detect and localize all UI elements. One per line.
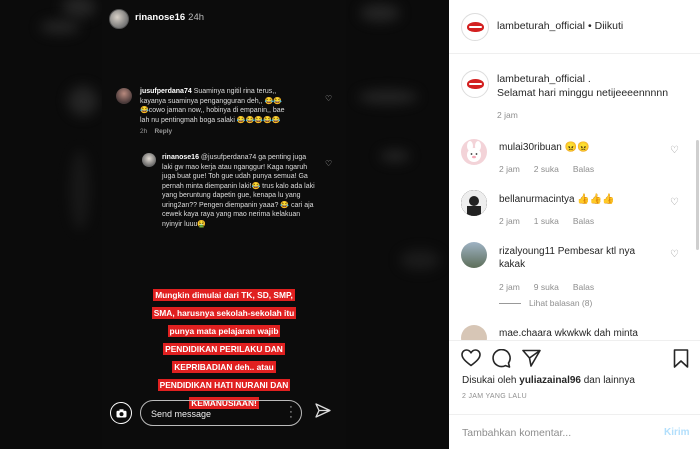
comment-likes[interactable]: 9 suka bbox=[534, 282, 559, 292]
lips-logo-icon bbox=[467, 22, 484, 32]
direct-send-icon[interactable] bbox=[315, 403, 331, 424]
comment-time[interactable]: 2 jam bbox=[499, 216, 520, 226]
like-heart-icon[interactable] bbox=[461, 349, 481, 372]
story-header: rinanose16 24h bbox=[102, 0, 346, 40]
comment-username[interactable]: bellanurmacintya bbox=[499, 194, 575, 205]
follow-status-button[interactable]: Diikuti bbox=[595, 20, 624, 32]
liked-by-prefix: Disukai oleh bbox=[462, 375, 517, 386]
comment-username[interactable]: mae.chaara bbox=[499, 328, 552, 339]
story-overlay-text-content: Mungkin dimulai dari TK, SD, SMP, SMA, h… bbox=[151, 289, 297, 409]
comment-username[interactable]: mulai30ribuan bbox=[499, 142, 562, 153]
add-comment-input[interactable]: Tambahkan komentar... bbox=[462, 427, 571, 439]
story-comment-user: jusufperdana74 bbox=[140, 88, 192, 95]
story-username: rinanose16 24h bbox=[135, 12, 204, 23]
post-timestamp[interactable]: 2 JAM YANG LALU bbox=[462, 393, 527, 400]
comment-body: rizalyoung11 Pembesar ktl nya kakak bbox=[499, 245, 659, 271]
comment-meta: 2 jam 2 suka Balas bbox=[499, 164, 608, 174]
more-options-icon[interactable]: · · · bbox=[289, 402, 293, 423]
heart-icon: ♡ bbox=[325, 159, 333, 168]
comment-avatar[interactable] bbox=[461, 242, 487, 268]
comment-like-heart-icon[interactable]: ♡ bbox=[670, 197, 679, 208]
separator-dot: • bbox=[587, 20, 592, 32]
camera-icon[interactable] bbox=[110, 402, 132, 424]
story-reply-user: rinanose16 bbox=[162, 154, 199, 161]
story-screenshot: rinanose16 24h jusufperdana74 Suaminya ng… bbox=[102, 0, 346, 449]
heart-icon: ♡ bbox=[325, 94, 333, 103]
liked-by-others[interactable]: dan lainnya bbox=[584, 375, 635, 386]
blurred-background-shape bbox=[40, 20, 80, 34]
blurred-background-shape bbox=[70, 150, 90, 230]
comment-reply-button[interactable]: Balas bbox=[573, 282, 594, 292]
comment-likes[interactable]: 1 suka bbox=[534, 216, 559, 226]
story-reply-text: @jusufperdana74 ga penting juga laki gw … bbox=[162, 154, 315, 228]
caption-text: Selamat hari minggu netijeeeennnnn bbox=[497, 87, 669, 99]
comment-time[interactable]: 2 jam bbox=[499, 164, 520, 174]
blurred-background-shape bbox=[400, 250, 440, 270]
add-comment-bar: Tambahkan komentar... Kirim bbox=[449, 414, 700, 449]
story-comment-meta: 2h Reply bbox=[140, 128, 172, 135]
post-comment-button[interactable]: Kirim bbox=[664, 427, 690, 438]
blurred-background-shape bbox=[360, 4, 400, 22]
comment-icon[interactable] bbox=[491, 348, 511, 373]
post-media: rinanose16 24h jusufperdana74 Suaminya ng… bbox=[0, 0, 449, 449]
liked-by: Disukai oleh yuliazainal96 dan lainnya bbox=[462, 375, 635, 386]
story-time: 24h bbox=[188, 12, 205, 23]
caption-time: 2 jam bbox=[497, 110, 518, 120]
comments-scrollbar[interactable] bbox=[696, 140, 699, 250]
comment-avatar bbox=[116, 88, 132, 104]
send-message-input[interactable]: Send message · · · bbox=[140, 400, 302, 426]
story-reply: rinanose16 @jusufperdana74 ga penting ju… bbox=[162, 153, 318, 229]
comment-like-heart-icon[interactable]: ♡ bbox=[670, 249, 679, 260]
lips-logo-icon bbox=[467, 79, 484, 89]
blurred-background-shape bbox=[380, 150, 410, 162]
comment-body: bellanurmacintya 👍👍👍 bbox=[499, 193, 659, 206]
view-replies-button[interactable]: Lihat balasan (8) bbox=[499, 298, 592, 308]
post-header: lambeturah_official • Diikuti bbox=[449, 0, 700, 54]
instagram-post-window: rinanose16 24h jusufperdana74 Suaminya ng… bbox=[0, 0, 700, 449]
comment-text: wkwkwk dah minta bbox=[554, 328, 638, 339]
comment-avatar[interactable] bbox=[461, 139, 487, 165]
comment-meta: 2 jam 9 suka Balas bbox=[499, 282, 608, 292]
blurred-background-shape bbox=[68, 86, 98, 116]
share-icon[interactable] bbox=[522, 349, 541, 372]
comment-reply-button[interactable]: Balas bbox=[573, 164, 594, 174]
comment-reply-button[interactable]: Balas bbox=[573, 216, 594, 226]
comment-body: mae.chaara wkwkwk dah minta bbox=[499, 327, 659, 340]
caption-avatar[interactable] bbox=[461, 70, 489, 98]
comment-like-heart-icon[interactable]: ♡ bbox=[670, 145, 679, 156]
bookmark-icon[interactable] bbox=[673, 349, 689, 373]
story-comment-time: 2h bbox=[140, 128, 148, 135]
comment-avatar[interactable] bbox=[461, 190, 487, 216]
story-avatar bbox=[109, 9, 129, 29]
story-username-text: rinanose16 bbox=[135, 12, 186, 23]
blurred-background-shape bbox=[62, 0, 96, 18]
caption-username[interactable]: lambeturah_official . bbox=[497, 73, 591, 85]
send-message-placeholder: Send message bbox=[151, 409, 212, 419]
account-avatar[interactable] bbox=[461, 13, 489, 41]
comment-time[interactable]: 2 jam bbox=[499, 282, 520, 292]
story-overlay-text: Mungkin dimulai dari TK, SD, SMP, SMA, h… bbox=[149, 285, 299, 411]
post-header-info: lambeturah_official • Diikuti bbox=[497, 20, 623, 32]
comment-likes[interactable]: 2 suka bbox=[534, 164, 559, 174]
story-comment: jusufperdana74 Suaminya ngitil rina teru… bbox=[140, 87, 292, 125]
blurred-background-shape bbox=[358, 90, 418, 104]
post-sidebar: lambeturah_official • Diikuti lambeturah_o… bbox=[449, 0, 700, 449]
account-name[interactable]: lambeturah_official bbox=[497, 20, 585, 32]
comment-meta: 2 jam 1 suka Balas bbox=[499, 216, 608, 226]
reply-avatar bbox=[142, 153, 156, 167]
story-comment-reply: Reply bbox=[154, 128, 173, 135]
comment-text: 👍👍👍 bbox=[577, 194, 615, 205]
post-actions-bar bbox=[449, 340, 700, 380]
comment-body: mulai30ribuan 😠😠 bbox=[499, 141, 659, 154]
comment-text: 😠😠 bbox=[564, 142, 590, 153]
liked-by-user[interactable]: yuliazainal96 bbox=[519, 375, 581, 386]
comment-username[interactable]: rizalyoung11 bbox=[499, 246, 555, 257]
